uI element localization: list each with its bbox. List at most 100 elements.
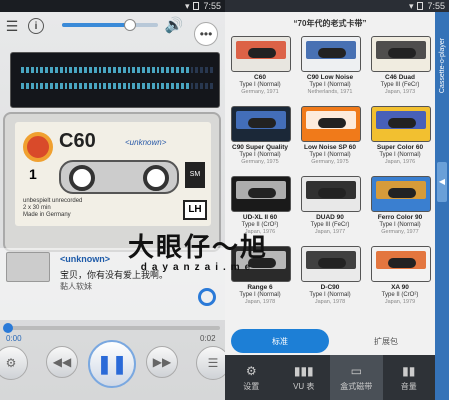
fast-forward-button[interactable]: ▶▶: [146, 346, 178, 378]
vu-segment: [69, 67, 73, 73]
bottom-navigation: ⚙ 设置 ▮▮▮ VU 表 ▭ 盒式磁带 ▮▮ 音量: [225, 355, 435, 400]
cassette-thumbnail: [371, 36, 431, 72]
cassette-thumbnail: [371, 176, 431, 212]
vu-segment: [190, 83, 194, 89]
cassette-thumbnail: [371, 246, 431, 282]
vu-segment: [59, 67, 63, 73]
vu-icon: ▮▮▮: [293, 363, 314, 378]
sm-badge: SM: [185, 162, 205, 188]
cassette-option[interactable]: C90 Low Noise Type I (Normal) Netherlands,…: [297, 36, 363, 104]
vu-segment: [127, 67, 131, 73]
vu-segment: [209, 83, 213, 89]
cassette-thumb-window: [388, 188, 416, 198]
settings-gear-button[interactable]: ⚙: [0, 346, 28, 380]
vu-segment: [59, 83, 63, 89]
vu-segment: [156, 83, 160, 89]
vu-segment: [21, 83, 24, 89]
vu-segment: [127, 83, 131, 89]
vu-segment: [117, 67, 121, 73]
pause-icon: ❚❚: [96, 353, 128, 374]
cassette-option[interactable]: XA 90 Type II (CrO²) Japan, 1979: [367, 246, 433, 314]
cassette-icon: ▭: [350, 363, 362, 378]
nav-item-sliders[interactable]: ⚙ 设置: [225, 355, 278, 400]
brand-logo: [23, 132, 53, 162]
wifi-icon: ▾: [408, 1, 414, 11]
nav-item-vu[interactable]: ▮▮▮ VU 表: [278, 355, 331, 400]
info-icon[interactable]: i: [28, 18, 44, 34]
list-icon: ☰: [207, 356, 219, 370]
vu-segment: [50, 83, 53, 89]
repeat-icon[interactable]: [198, 288, 216, 306]
cassette-origin: Japan, 1977: [314, 229, 346, 235]
vu-segment: [64, 67, 68, 73]
vu-segment: [205, 83, 208, 89]
vu-segment: [103, 83, 107, 89]
pause-button[interactable]: ❚❚: [88, 340, 136, 388]
vu-segment: [205, 67, 208, 73]
volume-slider[interactable]: [62, 19, 158, 31]
cassette-tape: C60 <unknown> 1 SM unbespielt unrecorded…: [3, 112, 221, 252]
nav-item-cassette[interactable]: ▭ 盒式磁带: [330, 355, 383, 400]
cassette-origin: Japan, 1978: [244, 299, 276, 305]
nav-item-volume[interactable]: ▮▮ 音量: [383, 355, 436, 400]
cassette-option[interactable]: Super Color 60 Type I (Normal) Japan, 1976: [367, 106, 433, 174]
vu-segment: [108, 83, 112, 89]
cassette-option[interactable]: Low Noise SP 60 Type I (Normal) Germany, 1…: [297, 106, 363, 174]
watermark-main: 大眼仔～旭: [128, 232, 269, 262]
vu-segment: [25, 83, 29, 89]
rewind-button[interactable]: ◀◀: [46, 346, 78, 378]
side-drawer-handle[interactable]: ◀ Cassette-o-player: [435, 12, 449, 400]
nav-label: VU 表: [293, 381, 315, 391]
battery-icon: [417, 2, 424, 10]
cassette-origin: Germany, 1977: [381, 229, 419, 235]
status-bar-right: ▾ 7:55: [225, 0, 449, 12]
cassette-type: Type I (Normal): [379, 152, 421, 158]
time-elapsed: 0:00: [6, 334, 22, 343]
cassette-type: Type I (Normal): [309, 292, 351, 298]
vu-meter: [10, 52, 220, 108]
cassette-type: Type III (FeCr): [380, 82, 420, 88]
sliders-icon: ⚙: [245, 363, 257, 378]
cassette-thumb-window: [248, 48, 276, 58]
cassette-option[interactable]: C46 Duad Type III (FeCr) Japan, 1973: [367, 36, 433, 104]
cassette-option[interactable]: DUAD 90 Type III (FeCr) Japan, 1977: [297, 176, 363, 244]
vu-segment: [21, 67, 24, 73]
album-thumbnail: [6, 252, 50, 282]
tab-extension-pack[interactable]: 扩展包: [341, 329, 431, 353]
vu-segment: [137, 67, 141, 73]
tab-standard[interactable]: 标准: [231, 329, 329, 353]
cassette-brand: C60: [59, 130, 96, 152]
vu-segment: [117, 83, 121, 89]
cassette-option[interactable]: C60 Type I (Normal) Germany, 1971: [227, 36, 293, 104]
speaker-icon: 🔊: [164, 17, 184, 34]
volume-level: [62, 23, 130, 27]
cassette-option[interactable]: C90 Super Quality Type I (Normal) Germany,…: [227, 106, 293, 174]
vu-segment: [122, 83, 126, 89]
vu-segment: [171, 67, 174, 73]
cassette-type: Type I (Normal): [239, 292, 281, 298]
seek-thumb[interactable]: [3, 323, 13, 333]
cassette-origin: Germany, 1975: [311, 159, 349, 165]
cassette-thumbnail: [301, 246, 361, 282]
more-options-button[interactable]: •••: [194, 22, 218, 46]
seek-bar[interactable]: [3, 323, 220, 333]
cassette-type: Type I (Normal): [379, 222, 421, 228]
cassette-label-text: <unknown>: [125, 138, 167, 147]
sort-icon[interactable]: ☰: [4, 18, 20, 34]
vu-meter-left-channel: [21, 67, 213, 73]
status-time: 7:55: [427, 1, 445, 11]
vu-segment: [79, 67, 82, 73]
cassette-thumbnail: [301, 36, 361, 72]
vu-segment: [166, 83, 170, 89]
cassette-type: Type III (FeCr): [310, 222, 350, 228]
cassette-origin: Japan, 1979: [384, 299, 416, 305]
vu-segment: [146, 67, 150, 73]
cassette-option[interactable]: Ferro Color 90 Type I (Normal) Germany, 19…: [367, 176, 433, 244]
vu-segment: [40, 83, 44, 89]
track-artist: 黏人软妹: [60, 282, 92, 291]
volume-thumb[interactable]: [124, 19, 136, 31]
cassette-option[interactable]: D-C90 Type I (Normal) Japan, 1978: [297, 246, 363, 314]
chevron-left-icon[interactable]: ◀: [437, 162, 447, 202]
wifi-icon: ▾: [184, 1, 190, 11]
cassette-origin: Japan, 1973: [384, 89, 416, 95]
